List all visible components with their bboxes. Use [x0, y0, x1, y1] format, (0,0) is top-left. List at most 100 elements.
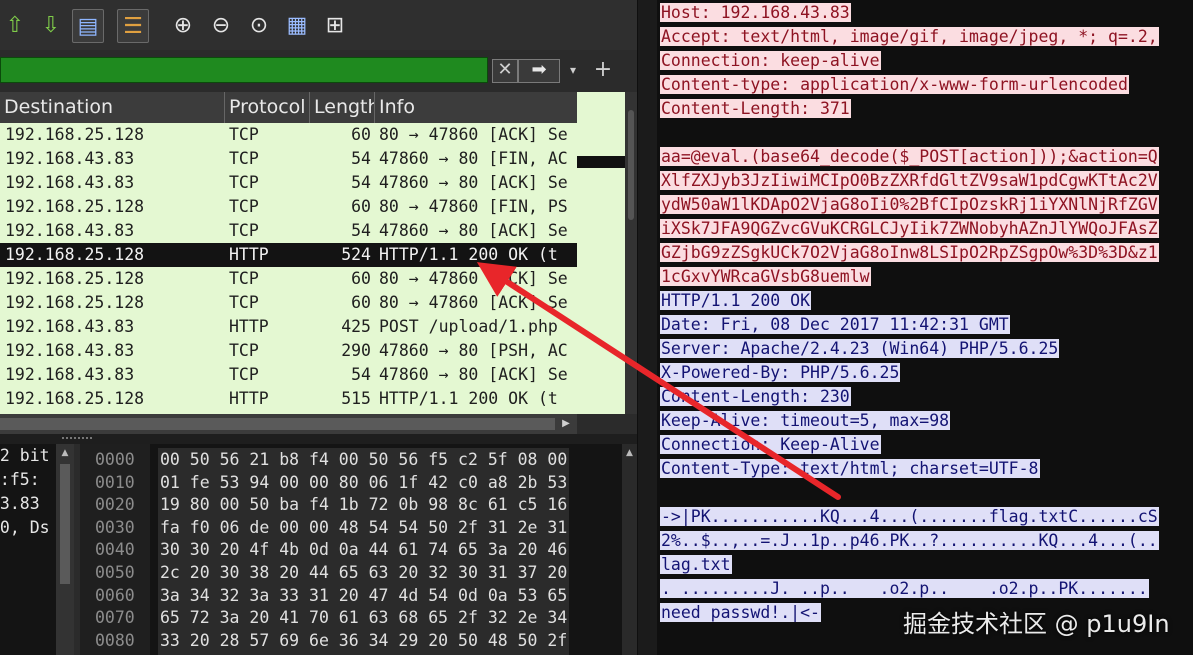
length-cell: 54	[351, 365, 371, 384]
info-cell: POST /upload/1.php	[379, 317, 558, 336]
go-down-icon[interactable]: ⇩	[36, 9, 66, 41]
hex-bytes[interactable]: 00 50 56 21 b8 f4 00 50 56 f5 c2 5f 08 0…	[158, 448, 570, 472]
destination-cell: 192.168.43.83	[5, 149, 135, 168]
request-line: aa=@eval.(base64_decode($_POST[action]))…	[660, 145, 1159, 169]
packet-minimap[interactable]	[577, 92, 625, 414]
hex-bytes[interactable]: 36 2e 32 35 0d 0a 58 2d 50 6f 77 65 72 6…	[158, 651, 570, 655]
stream-text: Content-Type: text/html; charset=UTF-8	[660, 459, 1040, 478]
hex-offset: 0010	[95, 472, 135, 492]
hex-bytes[interactable]: 2c 20 30 38 20 44 65 63 20 32 30 31 37 2…	[158, 561, 570, 585]
column-header-destination[interactable]: Destination	[0, 92, 225, 123]
response-line: 2%..$..,..=.J..1p..p46.PK..?..........KQ…	[660, 529, 1159, 553]
response-line: lag.txt	[660, 553, 732, 577]
blank-line	[660, 481, 662, 505]
stream-text: XlfZXJyb3JzIiwiMCIpO0BzZXRfdGltZV9saW1pd…	[660, 171, 1159, 190]
packet-bytes-pane: 0000 00 50 56 21 b8 f4 00 50 56 f5 c2 5f …	[80, 444, 625, 655]
stream-text: X-Powered-By: PHP/5.6.25	[660, 363, 901, 382]
packet-row[interactable]: 192.168.25.128 TCP 60 80 → 47860 [ACK] Se	[0, 291, 577, 315]
packet-row[interactable]: 192.168.43.83 TCP 54 47860 → 80 [ACK] Se	[0, 219, 577, 243]
destination-cell: 192.168.25.128	[5, 125, 145, 144]
scroll-up-icon[interactable]: ▲	[59, 447, 71, 459]
column-header-protocol[interactable]: Protocol	[225, 92, 310, 123]
packet-row[interactable]: 192.168.43.83 HTTP 425 POST /upload/1.php	[0, 315, 577, 339]
scrollbar-thumb[interactable]	[628, 110, 634, 220]
hex-offset: 0020	[95, 495, 135, 515]
scrollbar-thumb[interactable]	[60, 464, 70, 584]
destination-cell: 192.168.25.128	[5, 245, 145, 264]
splitter-handle[interactable]	[62, 437, 92, 443]
zoom-in-icon[interactable]: ⊕	[168, 9, 198, 41]
column-header-info[interactable]: Info	[375, 92, 577, 123]
window-divider	[637, 0, 657, 655]
hex-bytes[interactable]: 3a 34 32 3a 33 31 20 47 4d 54 0d 0a 53 6…	[158, 583, 570, 608]
stream-text: Keep-Alive: timeout=5, max=98	[660, 411, 951, 430]
go-up-icon[interactable]: ⇧	[0, 9, 30, 41]
detail-line[interactable]: 02 bit	[0, 444, 56, 468]
layout-icon[interactable]: ⊞	[320, 9, 350, 41]
packet-row[interactable]: 192.168.43.83 TCP 290 47860 → 80 [PSH, AC	[0, 339, 577, 363]
display-filter-input[interactable]	[0, 57, 488, 83]
zoom-reset-icon[interactable]: ⊙	[244, 9, 274, 41]
hex-bytes[interactable]: 33 20 28 57 69 6e 36 34 29 20 50 48 50 2…	[158, 628, 570, 653]
destination-cell: 192.168.43.83	[5, 341, 135, 360]
column-header-length[interactable]: Length	[310, 92, 375, 123]
details-vertical-scrollbar[interactable]: ▲	[56, 444, 74, 655]
zoom-out-icon[interactable]: ⊖	[206, 9, 236, 41]
packet-row[interactable]: 192.168.43.83 TCP 54 47860 → 80 [FIN, AC	[0, 147, 577, 171]
scroll-up-icon[interactable]: ▲	[624, 447, 635, 459]
clear-filter-icon[interactable]: ✕	[492, 59, 518, 83]
info-cell: 47860 → 80 [ACK] Se	[379, 365, 568, 384]
response-line: ->|PK...........KQ...4...(.......flag.tx…	[660, 505, 1159, 529]
packet-row[interactable]: 192.168.25.128 HTTP 515 HTTP/1.1 200 OK (t	[0, 387, 577, 411]
request-line: XlfZXJyb3JzIiwiMCIpO0BzZXRfdGltZV9saW1pd…	[660, 169, 1159, 193]
packet-list-horizontal-scrollbar[interactable]: ▶	[0, 414, 577, 434]
detail-line[interactable]: 43.83	[0, 492, 56, 516]
autoscroll-icon[interactable]: ▤	[72, 9, 104, 43]
destination-cell: 192.168.25.128	[5, 197, 145, 216]
response-line: Server: Apache/2.4.23 (Win64) PHP/5.6.25	[660, 337, 1060, 361]
hex-offset: 0090	[95, 651, 135, 655]
destination-cell: 192.168.43.83	[5, 173, 135, 192]
packet-row[interactable]: 192.168.43.83 TCP 54 47860 → 80 [ACK] Se	[0, 171, 577, 195]
packet-row[interactable]: 192.168.25.128 TCP 60 80 → 47860 [FIN, PS	[0, 195, 577, 219]
response-line: Content-Length: 230	[660, 385, 851, 409]
info-cell: 47860 → 80 [FIN, AC	[379, 149, 568, 168]
response-line: . .........J. ..p.. .o2.p.. .o2.p..PK...…	[660, 577, 1149, 601]
destination-cell: 192.168.43.83	[5, 317, 135, 336]
detail-line[interactable]: 6:f5:	[0, 468, 56, 492]
info-cell: HTTP/1.1 200 OK (t	[379, 389, 558, 408]
scrollbar-thumb[interactable]	[0, 418, 555, 430]
packet-row-selected[interactable]: 192.168.25.128 HTTP 524 HTTP/1.1 200 OK (t	[0, 243, 577, 267]
apply-filter-button[interactable]: ➡	[518, 59, 560, 83]
stream-text: Content-type: application/x-www-form-url…	[660, 75, 1129, 94]
protocol-cell: HTTP	[229, 245, 269, 264]
stream-text: lag.txt	[660, 555, 732, 574]
hex-offset: 0030	[95, 517, 135, 537]
detail-line[interactable]: 80, Ds	[0, 516, 56, 540]
packet-list: Destination Protocol Length Info 192.168…	[0, 92, 577, 414]
info-cell: 80 → 47860 [FIN, PS	[379, 197, 568, 216]
packet-row[interactable]: 192.168.25.128 TCP 60 80 → 47860 [ACK] Se	[0, 123, 577, 147]
filter-history-dropdown[interactable]: ▾	[563, 59, 583, 81]
info-cell: 47860 → 80 [ACK] Se	[379, 221, 568, 240]
protocol-cell: TCP	[229, 173, 259, 192]
hex-bytes[interactable]: 30 30 20 4f 4b 0d 0a 44 61 74 65 3a 20 4…	[158, 538, 570, 563]
colorize-icon[interactable]: ☰	[117, 9, 149, 43]
pane-splitter[interactable]	[0, 434, 637, 444]
destination-cell: 192.168.43.83	[5, 221, 135, 240]
hex-bytes[interactable]: 01 fe 53 94 00 00 80 06 1f 42 c0 a8 2b 5…	[158, 470, 570, 495]
hex-bytes[interactable]: 19 80 00 50 ba f4 1b 72 0b 98 8c 61 c5 1…	[158, 493, 570, 518]
main-toolbar: ⇧ ⇩ ▤ ☰ ⊕ ⊖ ⊙ ▦ ⊞	[0, 0, 637, 50]
packet-list-vertical-scrollbar[interactable]	[625, 92, 637, 414]
response-line: Date: Fri, 08 Dec 2017 11:42:31 GMT	[660, 313, 1010, 337]
packet-row[interactable]: 192.168.43.83 TCP 54 47860 → 80 [ACK] Se	[0, 363, 577, 387]
resize-columns-icon[interactable]: ▦	[282, 9, 312, 41]
scroll-right-icon[interactable]: ▶	[558, 416, 574, 432]
hex-bytes[interactable]: 65 72 3a 20 41 70 61 63 68 65 2f 32 2e 3…	[158, 606, 570, 631]
bytes-vertical-scrollbar[interactable]: ▲	[622, 444, 637, 655]
packet-row[interactable]: 192.168.25.128 TCP 60 80 → 47860 [ACK] Se	[0, 267, 577, 291]
add-filter-button[interactable]: +	[590, 57, 616, 83]
blank-line	[660, 121, 662, 145]
hex-bytes[interactable]: fa f0 06 de 00 00 48 54 54 50 2f 31 2e 3…	[158, 515, 570, 540]
packet-rows: 192.168.25.128 TCP 60 80 → 47860 [ACK] Se 19…	[0, 123, 577, 411]
